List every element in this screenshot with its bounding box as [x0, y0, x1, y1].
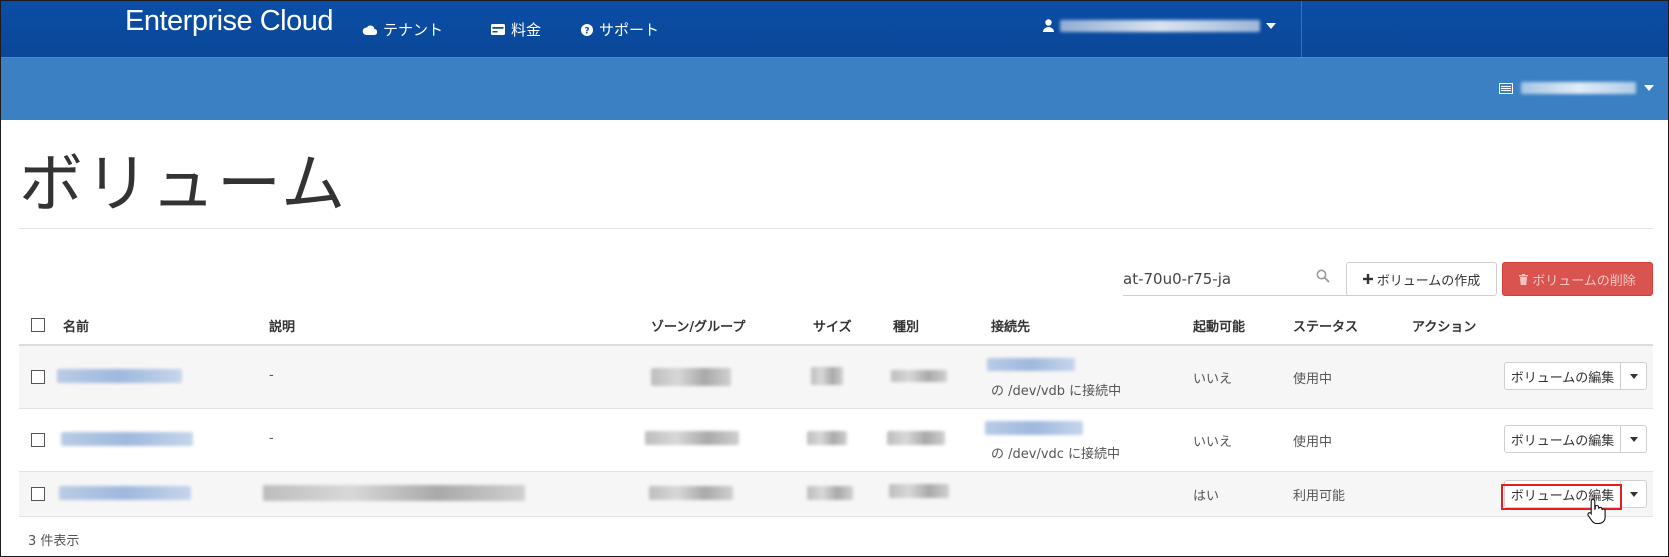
col-name[interactable]: 名前 — [63, 316, 89, 335]
row-checkbox[interactable] — [31, 487, 45, 501]
col-status[interactable]: ステータス — [1293, 316, 1358, 335]
row-action-dropdown[interactable] — [1620, 426, 1646, 452]
hand-cursor-icon — [1587, 498, 1606, 524]
edit-volume-button[interactable]: ボリュームの編集 — [1505, 363, 1620, 389]
credit-card-icon — [491, 24, 505, 35]
row-action-group: ボリュームの編集 — [1504, 425, 1647, 453]
row-action-dropdown[interactable] — [1620, 363, 1646, 389]
nav-divider — [1301, 1, 1302, 57]
row-checkbox[interactable] — [31, 370, 45, 384]
volume-type-redacted — [889, 484, 949, 502]
chevron-down-icon — [1629, 436, 1638, 442]
chevron-down-icon — [1629, 373, 1638, 379]
create-volume-button[interactable]: ボリュームの作成 — [1346, 262, 1497, 296]
page-title: ボリューム — [19, 148, 348, 222]
nav-support[interactable]: ? サポート — [581, 19, 659, 40]
edit-volume-button[interactable]: ボリュームの編集 — [1505, 426, 1620, 452]
attached-instance-link[interactable] — [985, 421, 1083, 439]
row-action-group: ボリュームの編集 — [1504, 480, 1647, 508]
nav-tenant[interactable]: テナント — [362, 19, 443, 40]
bootable-value: いいえ — [1193, 372, 1233, 387]
header-divider — [19, 228, 1653, 229]
status-value: 使用中 — [1293, 435, 1333, 450]
table-row: - の /dev/vdc に接続中 いいえ 使用中 ボリュームの編集 — [19, 409, 1653, 472]
top-navbar: Enterprise Cloud テナント 料金 ? サポート — [1, 1, 1668, 58]
volume-name-link[interactable] — [59, 486, 191, 504]
create-volume-label: ボリュームの作成 — [1376, 273, 1481, 289]
bootable-value: いいえ — [1193, 435, 1233, 450]
volume-type-redacted — [891, 370, 947, 386]
delete-volume-button[interactable]: ボリュームの削除 — [1502, 262, 1653, 296]
tenant-name-redacted — [1521, 82, 1636, 94]
col-zone-group[interactable]: ゾーン/グループ — [651, 316, 745, 335]
chevron-down-icon — [1629, 491, 1638, 497]
col-description[interactable]: 説明 — [269, 316, 295, 335]
volume-description: - — [269, 431, 274, 446]
search-icon[interactable] — [1316, 269, 1330, 283]
volume-description: - — [269, 368, 274, 383]
plus-icon — [1362, 274, 1373, 284]
col-type[interactable]: 種別 — [893, 316, 919, 335]
item-count: 3 件表示 — [28, 534, 80, 549]
tenant-bar — [1, 58, 1668, 120]
select-all-checkbox[interactable] — [31, 318, 45, 332]
cloud-icon — [362, 25, 377, 35]
attached-instance-link[interactable] — [987, 358, 1075, 375]
user-menu[interactable] — [1043, 19, 1276, 32]
tenant-selector[interactable] — [1499, 82, 1654, 94]
volumes-table: 名前 説明 ゾーン/グループ サイズ 種別 接続先 起動可能 ステータス アクシ… — [19, 306, 1653, 517]
row-action-group: ボリュームの編集 — [1504, 362, 1647, 390]
col-bootable[interactable]: 起動可能 — [1193, 316, 1245, 335]
volume-zone-redacted — [649, 486, 733, 504]
status-value: 利用可能 — [1293, 489, 1346, 504]
table-row: - の /dev/vdb に接続中 いいえ 使用中 ボリュームの編集 — [19, 346, 1653, 409]
nav-billing[interactable]: 料金 — [491, 19, 541, 40]
nav-support-label: サポート — [599, 21, 660, 39]
col-actions: アクション — [1412, 320, 1477, 335]
status-value: 使用中 — [1293, 372, 1333, 387]
user-icon — [1043, 19, 1054, 32]
app-window: Enterprise Cloud テナント 料金 ? サポート ボリューム at… — [0, 0, 1669, 557]
row-checkbox[interactable] — [31, 433, 45, 447]
volume-zone-redacted — [645, 431, 739, 449]
chevron-down-icon — [1644, 85, 1654, 91]
row-action-dropdown[interactable] — [1620, 481, 1646, 507]
delete-volume-label: ボリュームの削除 — [1532, 273, 1636, 289]
bootable-value: はい — [1193, 489, 1220, 504]
volume-size-redacted — [807, 486, 853, 504]
brand-logo[interactable]: Enterprise Cloud — [125, 5, 334, 38]
volume-size-redacted — [807, 431, 847, 449]
volume-type-redacted — [887, 431, 945, 449]
nav-tenant-label: テナント — [383, 21, 444, 39]
table-row: はい 利用可能 ボリュームの編集 — [19, 472, 1653, 517]
volume-name-link[interactable] — [61, 432, 193, 450]
volume-name-link[interactable] — [57, 369, 182, 387]
volume-description-redacted — [263, 485, 525, 505]
trash-icon — [1519, 273, 1529, 285]
attached-device-text: の /dev/vdb に接続中 — [991, 384, 1122, 399]
chevron-down-icon — [1266, 22, 1276, 29]
user-name-redacted — [1060, 19, 1260, 32]
volume-size-redacted — [811, 367, 843, 389]
question-icon: ? — [581, 23, 593, 36]
server-icon — [1499, 82, 1513, 94]
col-size[interactable]: サイズ — [813, 316, 852, 335]
col-attached-to[interactable]: 接続先 — [991, 316, 1030, 335]
volume-zone-redacted — [651, 368, 731, 390]
table-header: 名前 説明 ゾーン/グループ サイズ 種別 接続先 起動可能 ステータス アクシ… — [19, 306, 1653, 346]
attached-device-text: の /dev/vdc に接続中 — [991, 447, 1121, 462]
nav-billing-label: 料金 — [511, 21, 542, 39]
svg-text:?: ? — [584, 26, 589, 36]
